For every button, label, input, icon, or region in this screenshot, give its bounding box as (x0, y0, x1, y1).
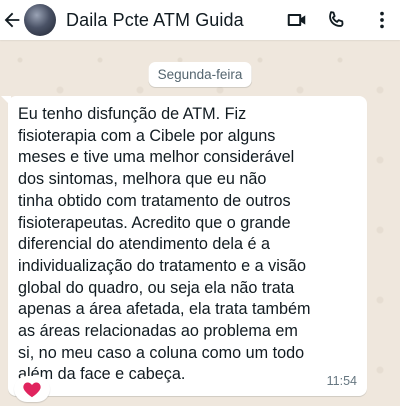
date-separator: Segunda-feira (148, 62, 252, 87)
phone-icon (329, 11, 344, 27)
more-vertical-icon (380, 11, 384, 29)
message-text: Eu tenho disfunção de ATM. Fiz fisiotera… (18, 105, 311, 384)
arrow-left-icon (4, 12, 20, 28)
contact-name[interactable]: Daila Pcte ATM Guida (66, 10, 244, 31)
message-timestamp: 11:54 (326, 374, 357, 389)
video-camera-icon (287, 13, 306, 27)
heart-icon (23, 382, 41, 398)
voice-call-button[interactable] (324, 8, 348, 32)
back-button[interactable] (0, 0, 24, 40)
avatar[interactable] (24, 4, 56, 36)
bubble-tail (1, 96, 11, 106)
more-options-button[interactable] (370, 8, 394, 32)
video-call-button[interactable] (285, 8, 309, 32)
reaction-badge[interactable] (14, 376, 50, 402)
message-bubble[interactable]: Eu tenho disfunção de ATM. Fiz fisiotera… (1, 96, 367, 397)
chat-header: Daila Pcte ATM Guida (0, 0, 400, 40)
